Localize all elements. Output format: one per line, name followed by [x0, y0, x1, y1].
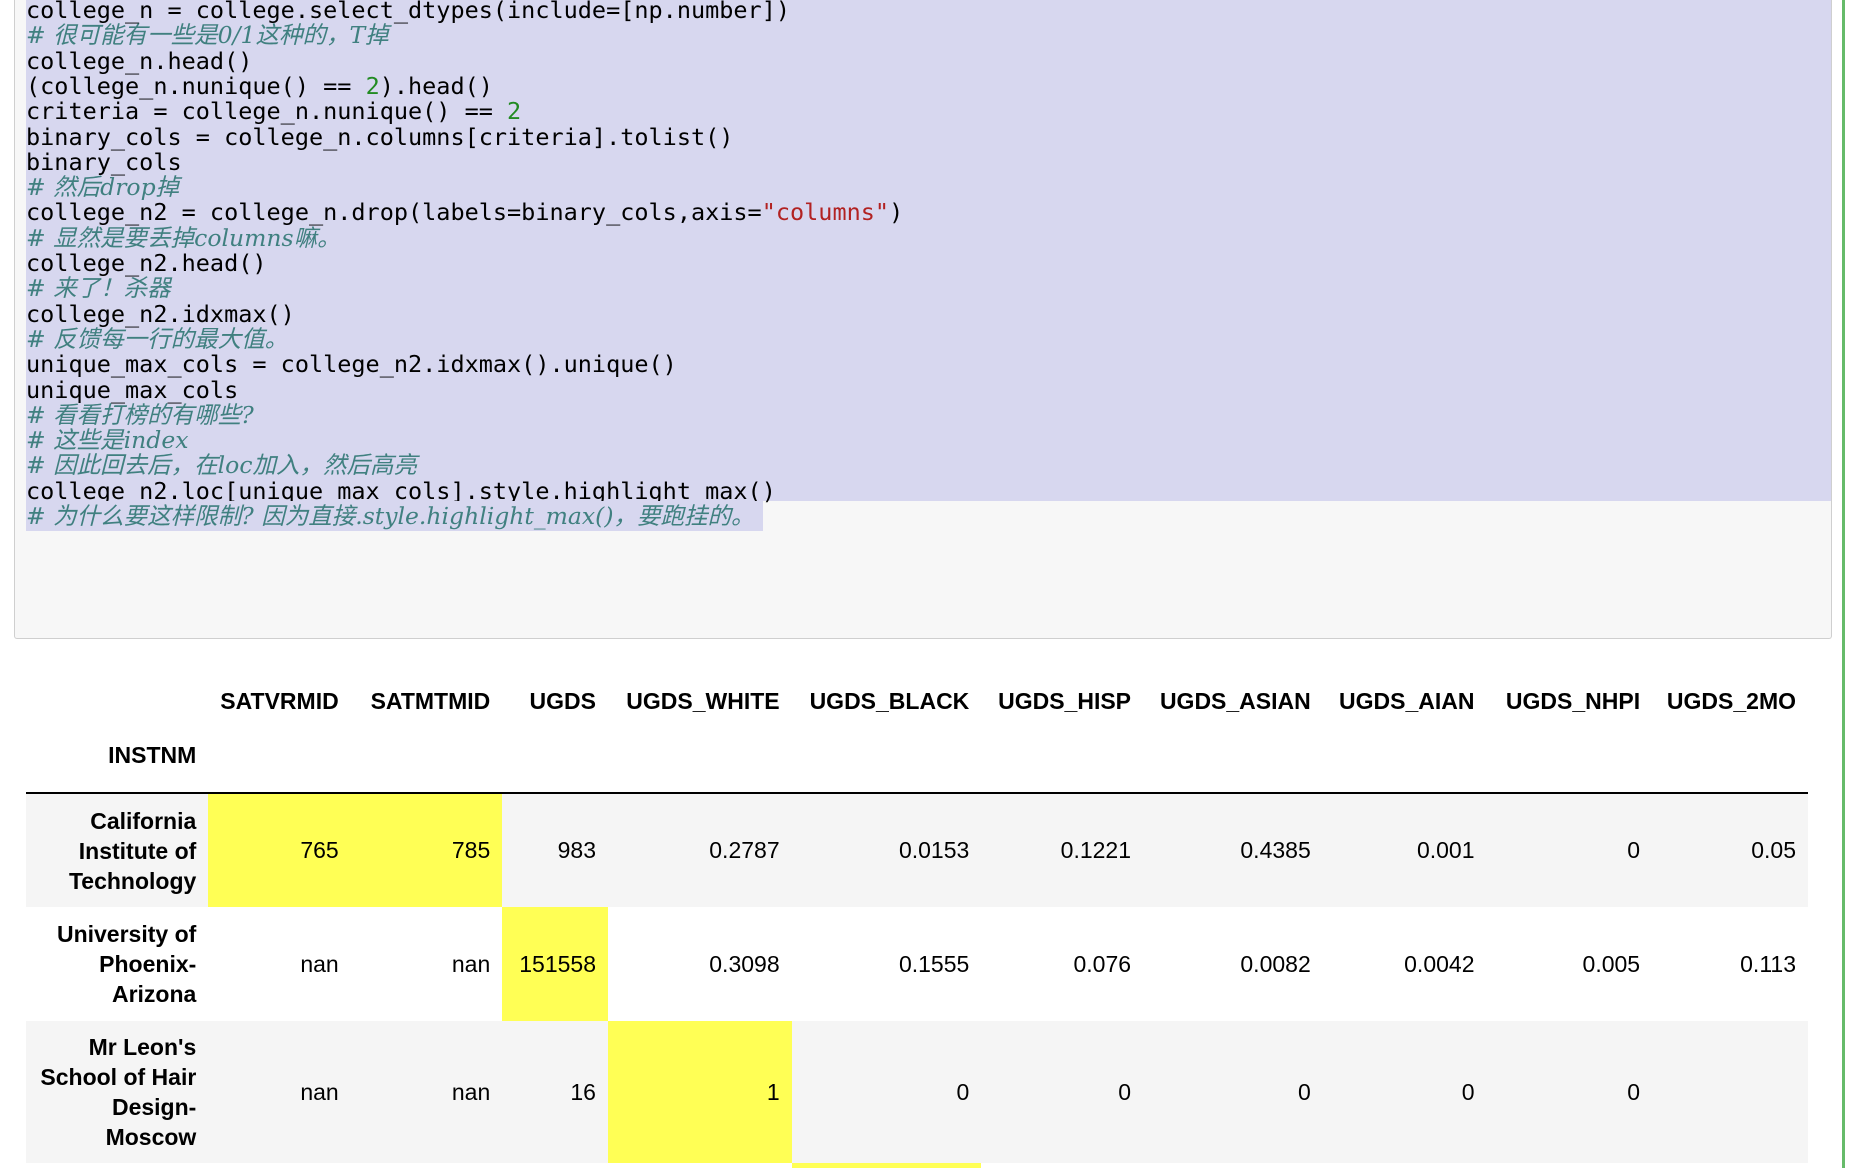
column-header: UGDS_2MO	[1666, 687, 1796, 714]
table-cell: nan	[451, 1078, 491, 1105]
code-cell[interactable]: college_n = college.select_dtypes(includ…	[14, 0, 1832, 639]
table-cell	[1323, 1163, 1487, 1168]
blank-header	[26, 660, 208, 742]
table-cell	[1652, 1021, 1808, 1163]
table-cell: 785	[350, 793, 503, 907]
table-cell: 0.001	[1416, 837, 1475, 863]
table-cell	[1143, 1163, 1323, 1168]
column-header: UGDS_HISP	[998, 687, 1132, 714]
table-cell: 0	[1627, 837, 1641, 863]
index-name-spacer	[607, 742, 792, 794]
index-name-spacer	[1652, 742, 1808, 794]
column-header-row: SATVRMID SATMTMID UGDS UGDS_WHITE UGDS_BLACK…	[26, 660, 1808, 742]
table-cell	[608, 1163, 792, 1168]
table-cell: 0.113	[1740, 950, 1796, 977]
row-index-label: California Institute of Technology	[68, 807, 197, 894]
index-name-spacer	[791, 742, 982, 794]
table-cell: 151558	[502, 907, 608, 1021]
column-header: UGDS_ASIAN	[1159, 687, 1311, 714]
code-token: )	[889, 198, 904, 227]
table-cell: 0.1555	[898, 950, 970, 977]
table-cell: 0.005	[1582, 950, 1641, 977]
table-cell: 0	[1297, 1078, 1311, 1105]
column-header: UGDS	[529, 687, 596, 714]
styled-dataframe: SATVRMID SATMTMID UGDS UGDS_WHITE UGDS_BLACK…	[26, 660, 1808, 1168]
table-cell: 983	[557, 837, 596, 863]
row-index-label	[26, 1163, 208, 1168]
index-name-spacer	[1322, 742, 1487, 794]
table-cell: 0.1221	[1060, 837, 1132, 863]
column-header: UGDS_AIAN	[1339, 687, 1475, 714]
table-cell	[1652, 1163, 1808, 1168]
table-cell: nan	[300, 1078, 339, 1105]
column-header: SATMTMID	[370, 687, 491, 714]
table-cell: nan	[451, 950, 491, 977]
index-name-spacer	[1486, 742, 1653, 794]
output-area: SATVRMID SATMTMID UGDS UGDS_WHITE UGDS_BLACK…	[26, 660, 1808, 1168]
cell-selection-edge	[1842, 0, 1845, 1168]
table-cell: 0	[1461, 1078, 1475, 1105]
table-row: University of Phoenix-Arizona nan nan 15155…	[26, 907, 1808, 1021]
code-comment: # 为什么要这样限制? 因为直接.style.highlight_max()，要…	[26, 502, 755, 530]
table-cell: 0.0042	[1404, 950, 1475, 977]
code-token: "columns"	[761, 198, 890, 227]
table-cell: 765	[208, 793, 351, 907]
column-header: UGDS_NHPI	[1505, 687, 1641, 714]
table-cell: 0	[956, 1078, 970, 1105]
table-cell: 0	[1627, 1078, 1641, 1105]
table-cell	[351, 1163, 503, 1168]
table-row: Mr Leon's School of Hair Design-Moscow na…	[26, 1021, 1808, 1163]
index-name-spacer	[350, 742, 503, 794]
table-cell	[1487, 1163, 1653, 1168]
row-index-label: Mr Leon's School of Hair Design-Moscow	[40, 1034, 197, 1150]
index-name-spacer	[208, 742, 351, 794]
table-cell: 1	[607, 1021, 792, 1163]
table-cell: 0	[1118, 1078, 1132, 1105]
table-cell: 0.3098	[709, 950, 780, 977]
code-editor[interactable]: college_n = college.select_dtypes(includ…	[26, 0, 1831, 638]
table-row	[26, 1163, 1808, 1168]
index-name-row: INSTNM	[26, 742, 1808, 794]
table-row: California Institute of Technology 765 785…	[26, 793, 1808, 907]
index-name: INSTNM	[26, 742, 209, 794]
table-cell: 0.076	[1073, 950, 1132, 977]
table-cell	[791, 1163, 982, 1168]
table-cell	[502, 1163, 608, 1168]
table-cell: 0.0082	[1240, 950, 1311, 977]
table-cell: 0.2787	[709, 837, 780, 863]
code-line: # 为什么要这样限制? 因为直接.style.highlight_max()，要…	[26, 501, 763, 531]
table-cell: nan	[300, 950, 339, 977]
table-cell	[208, 1163, 350, 1168]
table-cell	[981, 1163, 1143, 1168]
column-header: UGDS_WHITE	[626, 687, 780, 714]
table-cell: 0.4385	[1240, 837, 1311, 863]
table-cell: 0.05	[1751, 837, 1796, 863]
table-cell: 0.0153	[898, 837, 970, 863]
index-name-spacer	[1143, 742, 1323, 794]
index-name-spacer	[502, 742, 608, 794]
column-header: UGDS_BLACK	[809, 687, 970, 714]
index-name-spacer	[981, 742, 1144, 794]
column-header: SATVRMID	[220, 687, 339, 714]
table-cell: 16	[570, 1078, 596, 1105]
row-index-label: University of Phoenix-Arizona	[56, 921, 197, 1007]
